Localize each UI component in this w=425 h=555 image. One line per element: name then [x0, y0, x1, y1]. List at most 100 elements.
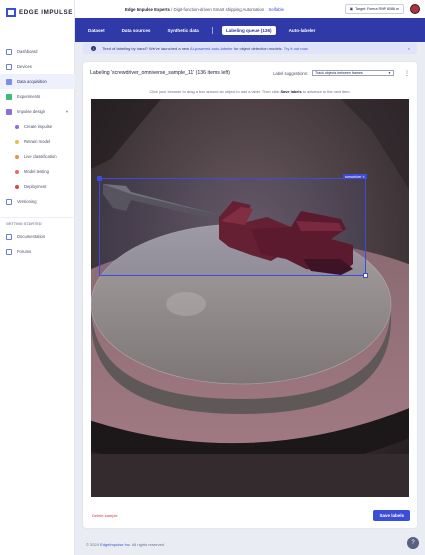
help-button[interactable]: ?	[407, 537, 419, 549]
banner-text-part: for object detection models.	[232, 46, 284, 51]
sidebar-item-label: Experiments	[17, 94, 41, 99]
copyright-text: © 2024	[86, 542, 101, 547]
tab-auto-labeler[interactable]: Auto-labeler	[285, 26, 320, 35]
sidebar-section-title: GETTING STARTED	[0, 217, 75, 229]
sidebar-item-documentation[interactable]: Documentation	[0, 229, 75, 244]
copyright: © 2024 EdgeImpulse Inc. All rights reser…	[86, 542, 164, 547]
tab-data-sources[interactable]: Data sources	[118, 26, 155, 35]
help-icon: ?	[411, 540, 415, 546]
tab-labeling-queue[interactable]: Labeling queue (136)	[221, 25, 276, 35]
copyright-brand[interactable]: EdgeImpulse Inc.	[100, 542, 131, 547]
sidebar: EDGE IMPULSE Dashboard Devices Data acqu…	[0, 0, 75, 555]
sidebar-item-label: Data acquisition	[17, 79, 47, 84]
logo-icon	[6, 8, 16, 17]
resize-handle[interactable]	[363, 273, 368, 278]
sidebar-subitem-retrain-model[interactable]: Retrain model	[0, 134, 75, 149]
label-suggestions-label: Label suggestions:	[273, 70, 308, 76]
target-device-label: Target: Fomra RNP 8086 m	[355, 7, 399, 11]
sidebar-item-label: Model testing	[24, 169, 49, 174]
forums-icon	[6, 248, 12, 255]
documentation-icon	[6, 233, 12, 240]
project-badge: Selfable	[268, 6, 285, 12]
sidebar-item-experiments[interactable]: Experiments	[0, 89, 75, 104]
data-acquisition-icon	[6, 78, 12, 85]
dashboard-icon	[6, 48, 12, 55]
hint-text: Click your browser to drag a box around …	[149, 89, 281, 94]
live-classification-icon	[15, 154, 19, 159]
model-testing-icon	[15, 169, 19, 174]
logo-text: EDGE IMPULSE	[19, 9, 73, 16]
sidebar-item-label: Documentation	[17, 234, 46, 239]
save-labels-button[interactable]: Save labels	[373, 510, 410, 521]
sidebar-subitem-model-testing[interactable]: Model testing	[0, 164, 75, 179]
sidebar-item-devices[interactable]: Devices	[0, 59, 75, 74]
sidebar-item-label: Create impulse	[24, 124, 53, 129]
sidebar-item-dashboard[interactable]: Dashboard	[0, 44, 75, 59]
edit-icon: ✎	[362, 174, 365, 179]
bounding-box[interactable]: screwdriver ✎	[97, 174, 368, 278]
chip-icon: ▣	[349, 7, 354, 11]
sidebar-item-label: Versioning	[17, 199, 37, 204]
banner-text-part: Tired of labeling by hand? We've launche…	[102, 46, 190, 51]
labeling-card: Labeling 'screwdriver_omniverse_sample_1…	[83, 62, 417, 528]
sidebar-item-label: Deployment	[24, 184, 47, 189]
info-banner: i Tired of labeling by hand? We've launc…	[83, 43, 417, 54]
auto-labeler-link[interactable]: AI-powered auto-labeler	[190, 46, 233, 51]
label-suggestions-select[interactable]: Track objects between frames ▼	[312, 70, 394, 76]
info-icon: i	[91, 46, 96, 51]
sidebar-item-label: Devices	[17, 64, 32, 69]
sidebar-subitem-deployment[interactable]: Deployment	[0, 179, 75, 194]
versioning-icon	[6, 198, 12, 205]
bounding-box-label-text: screwdriver	[345, 174, 362, 179]
more-options-icon[interactable]: ⋮	[404, 70, 410, 77]
labeling-header: Labeling 'screwdriver_omniverse_sample_1…	[90, 68, 410, 78]
retrain-model-icon	[15, 139, 19, 144]
sidebar-item-data-acquisition[interactable]: Data acquisition	[0, 74, 75, 89]
close-icon[interactable]: ×	[408, 46, 410, 51]
sidebar-item-forums[interactable]: Forums	[0, 244, 75, 259]
label-suggestions-value: Track objects between frames	[315, 71, 363, 75]
sidebar-item-label: Forums	[17, 249, 32, 254]
hint-text: to advance to the next item.	[301, 89, 351, 94]
tab-synthetic-data[interactable]: Synthetic data	[163, 26, 202, 35]
sidebar-item-label: Live classification	[24, 154, 57, 159]
tab-divider	[211, 26, 213, 34]
sidebar-item-label: Retrain model	[24, 139, 51, 144]
create-impulse-icon	[15, 124, 19, 129]
hint-bold-text: Save labels	[280, 89, 302, 94]
bounding-box-label[interactable]: screwdriver ✎	[343, 174, 367, 179]
tab-bar: Dataset Data sources Synthetic data Labe…	[75, 18, 425, 42]
experiments-icon	[6, 93, 12, 100]
sidebar-item-label: Impulse design	[17, 109, 46, 114]
delete-sample-link[interactable]: Delete sample	[92, 513, 118, 518]
breadcrumb-project[interactable]: Digit-function-driven Smart shipping Aut…	[174, 7, 265, 12]
copyright-text: All rights reserved	[130, 542, 164, 547]
sidebar-item-impulse-design[interactable]: Impulse design ▼	[0, 104, 75, 119]
avatar[interactable]	[410, 4, 420, 14]
breadcrumb-separator: /	[171, 6, 173, 12]
labeling-hint: Click your browser to drag a box around …	[83, 89, 417, 94]
sidebar-nav: Dashboard Devices Data acquisition Exper…	[0, 44, 75, 259]
chevron-down-icon: ▼	[388, 71, 391, 75]
top-header: Edge Impulse Experts / Digit-function-dr…	[75, 0, 425, 18]
resize-handle[interactable]	[97, 176, 102, 181]
try-now-link[interactable]: Try it out now.	[284, 46, 309, 51]
labeling-title: Labeling 'screwdriver_omniverse_sample_1…	[90, 70, 230, 76]
breadcrumb: Edge Impulse Experts / Digit-function-dr…	[125, 7, 284, 12]
sidebar-item-label: Dashboard	[17, 49, 38, 54]
logo[interactable]: EDGE IMPULSE	[6, 8, 73, 17]
sidebar-item-versioning[interactable]: Versioning	[0, 194, 75, 209]
target-device-button[interactable]: ▣ Target: Fomra RNP 8086 m	[344, 4, 404, 14]
tab-dataset[interactable]: Dataset	[84, 26, 109, 35]
sample-image	[91, 99, 409, 497]
sidebar-subitem-create-impulse[interactable]: Create impulse	[0, 119, 75, 134]
deployment-icon	[15, 184, 19, 189]
impulse-design-icon	[6, 108, 12, 115]
devices-icon	[6, 63, 12, 70]
labeling-canvas[interactable]: screwdriver ✎	[91, 99, 409, 497]
breadcrumb-org[interactable]: Edge Impulse Experts	[125, 7, 170, 12]
labeling-footer: Delete sample Save labels	[90, 509, 410, 522]
banner-text: Tired of labeling by hand? We've launche…	[102, 46, 308, 51]
chevron-down-icon: ▼	[65, 109, 69, 114]
sidebar-subitem-live-classification[interactable]: Live classification	[0, 149, 75, 164]
